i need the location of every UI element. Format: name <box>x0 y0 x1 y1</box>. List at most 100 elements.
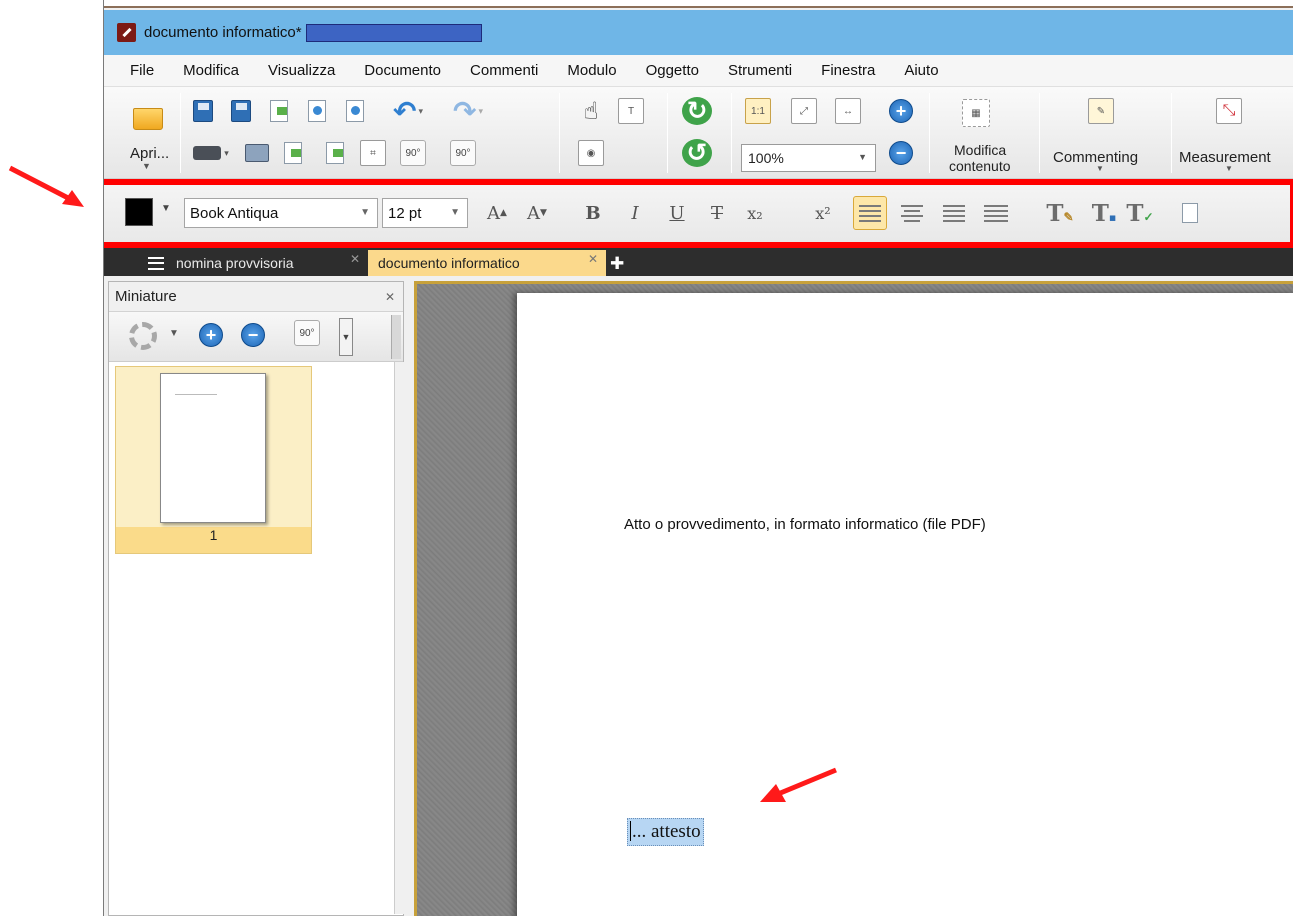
separator <box>180 93 181 173</box>
thumbnail-rotate-dropdown-icon[interactable]: ▼ <box>339 318 353 356</box>
undo-dropdown-icon: ▾ <box>418 105 423 116</box>
redo-icon: ↷ <box>453 95 477 127</box>
extract-button[interactable] <box>318 137 352 169</box>
thumbnails-scrollbar[interactable] <box>394 362 404 914</box>
menu-modulo[interactable]: Modulo <box>567 62 616 79</box>
redo-dropdown-icon: ▾ <box>478 105 483 116</box>
document-text-line: Atto o provvedimento, in formato informa… <box>624 516 986 533</box>
rotate-left-icon: 90° <box>400 140 426 166</box>
insert-page-button[interactable] <box>338 95 372 127</box>
redo-button[interactable]: ↷ ▾ <box>440 95 496 127</box>
scan-button[interactable]: ▾ <box>186 137 236 169</box>
selected-text-box[interactable]: ... attesto <box>627 818 704 846</box>
zoom-out-button[interactable]: − <box>884 137 918 169</box>
rotate-right-icon: 90° <box>450 140 476 166</box>
measurement-button[interactable]: ⤡ <box>1212 95 1246 127</box>
tab-close-icon[interactable]: ✕ <box>350 252 360 266</box>
thumbnails-panel: Miniature ✕ ▼ + − 90° ▼ 1 <box>108 281 404 916</box>
separator <box>929 93 930 173</box>
fit-width-icon: ↔ <box>835 98 861 124</box>
zoom-in-icon: + <box>889 99 913 123</box>
menu-oggetto[interactable]: Oggetto <box>646 62 699 79</box>
zoom-dropdown-icon: ▼ <box>858 152 867 162</box>
fit-page-icon: ⤢ <box>791 98 817 124</box>
zoom-in-button[interactable]: + <box>884 95 918 127</box>
fit-page-button[interactable]: ⤢ <box>787 95 821 127</box>
thumbnail-zoom-out-icon[interactable]: − <box>241 323 265 347</box>
export-button[interactable] <box>262 95 296 127</box>
zoom-combo[interactable]: 100% ▼ <box>741 144 876 172</box>
commenting-icon: ✎ <box>1088 98 1114 124</box>
menu-visualizza[interactable]: Visualizza <box>268 62 335 79</box>
menu-aiuto[interactable]: Aiuto <box>904 62 938 79</box>
import-button[interactable] <box>276 137 310 169</box>
document-list-icon <box>148 256 164 270</box>
thumbnails-panel-header: Miniature ✕ <box>109 282 403 312</box>
combine-button[interactable] <box>300 95 334 127</box>
rotate-ccw-icon: ↺ <box>682 139 712 167</box>
toolbar-scrollbar[interactable] <box>391 315 401 359</box>
edit-content-label-1: Modifica <box>954 142 1007 158</box>
thumbnail-zoom-in-icon[interactable]: + <box>199 323 223 347</box>
scanner-icon <box>193 146 222 160</box>
open-button[interactable] <box>128 99 168 139</box>
actual-size-icon: 1:1 <box>745 98 771 124</box>
panel-close-icon[interactable]: ✕ <box>385 290 395 304</box>
folder-icon <box>133 108 163 130</box>
zoom-out-icon: − <box>889 141 913 165</box>
camera-icon: ◉ <box>578 140 604 166</box>
fit-width-button[interactable]: ↔ <box>831 95 865 127</box>
menu-commenti[interactable]: Commenti <box>470 62 538 79</box>
rotate-view-ccw-button[interactable]: ↺ <box>680 137 714 169</box>
tab-nomina-provvisoria[interactable]: nomina provvisoria ✕ <box>138 250 368 276</box>
combine-icon <box>308 100 326 122</box>
rotate-left-button[interactable]: 90° <box>396 137 430 169</box>
tab-close-icon[interactable]: ✕ <box>588 252 598 266</box>
gear-icon[interactable] <box>129 322 157 350</box>
edit-content-button[interactable]: ▦ <box>956 93 996 133</box>
menu-bar: File Modifica Visualizza Documento Comme… <box>104 55 1293 87</box>
tab-label: nomina provvisoria <box>176 255 294 271</box>
separator <box>1171 93 1172 173</box>
thumbnail-page-1[interactable]: 1 <box>115 366 312 554</box>
insert-page-icon <box>346 100 364 122</box>
rotate-right-button[interactable]: 90° <box>446 137 480 169</box>
snapshot-button[interactable]: ◉ <box>574 137 608 169</box>
crop-icon: ⌗ <box>360 140 386 166</box>
open-dropdown-arrow[interactable]: ▼ <box>142 161 151 171</box>
menu-finestra[interactable]: Finestra <box>821 62 875 79</box>
print-button[interactable] <box>240 137 274 169</box>
annotation-highlight-frame <box>104 179 1293 248</box>
extract-icon <box>326 142 344 164</box>
commenting-dropdown-icon: ▼ <box>1096 164 1104 173</box>
redacted-filename <box>305 23 482 42</box>
new-tab-icon[interactable]: ✚ <box>610 254 624 274</box>
window-title: documento informatico* <box>144 24 302 41</box>
commenting-button[interactable]: ✎ <box>1084 95 1118 127</box>
selected-text: ... attesto <box>632 821 701 842</box>
hand-tool-button[interactable]: ☝ <box>574 95 608 127</box>
thumbnail-image <box>160 373 266 523</box>
pdf-page: Atto o provvedimento, in formato informa… <box>517 293 1293 916</box>
crop-button[interactable]: ⌗ <box>356 137 390 169</box>
select-text-icon: T <box>618 98 644 124</box>
save-as-button[interactable] <box>224 95 258 127</box>
actual-size-button[interactable]: 1:1 <box>741 95 775 127</box>
select-text-button[interactable]: T <box>614 95 648 127</box>
hand-icon: ☝ <box>583 97 599 125</box>
menu-documento[interactable]: Documento <box>364 62 441 79</box>
gear-dropdown-icon[interactable]: ▼ <box>169 328 179 339</box>
undo-icon: ↶ <box>393 95 417 127</box>
annotation-arrow-toolbar <box>8 165 84 207</box>
application-window: documento informatico* File Modifica Vis… <box>103 0 1293 916</box>
menu-strumenti[interactable]: Strumenti <box>728 62 792 79</box>
thumbnail-rotate-icon[interactable]: 90° <box>294 320 320 346</box>
menu-modifica[interactable]: Modifica <box>183 62 239 79</box>
tab-documento-informatico[interactable]: documento informatico ✕ <box>368 250 606 276</box>
title-bar: documento informatico* <box>104 10 1293 55</box>
save-button[interactable] <box>186 95 220 127</box>
undo-button[interactable]: ↶ ▾ <box>378 95 438 127</box>
thumbnails-panel-title: Miniature <box>115 288 177 305</box>
rotate-view-cw-button[interactable]: ↻ <box>680 95 714 127</box>
menu-file[interactable]: File <box>130 62 154 79</box>
